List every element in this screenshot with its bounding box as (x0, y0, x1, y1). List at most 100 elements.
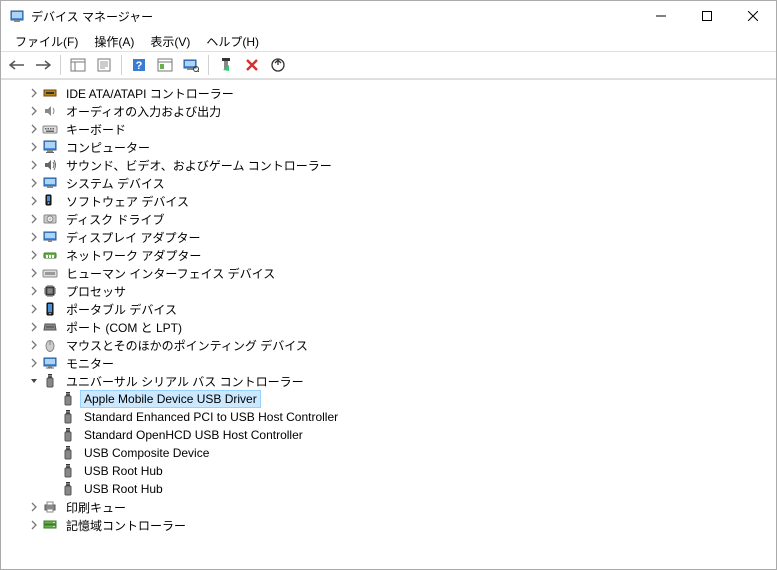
tree-content[interactable]: IDE ATA/ATAPI コントローラーオーディオの入力および出力キーボードコ… (1, 79, 776, 569)
tree-item[interactable]: ヒューマン インターフェイス デバイス (1, 264, 776, 282)
menubar: ファイル(F) 操作(A) 表示(V) ヘルプ(H) (1, 31, 776, 51)
tree-item[interactable]: USB Composite Device (1, 444, 776, 462)
chevron-right-icon[interactable] (27, 338, 41, 352)
monitor-icon (42, 355, 58, 371)
action-button[interactable] (153, 53, 177, 77)
update-driver-button[interactable] (266, 53, 290, 77)
tree-item[interactable]: マウスとそのほかのポインティング デバイス (1, 336, 776, 354)
chevron-right-icon[interactable] (27, 284, 41, 298)
enable-button[interactable] (214, 53, 238, 77)
tree-item-label: USB Composite Device (80, 444, 213, 462)
menu-help[interactable]: ヘルプ(H) (198, 31, 267, 52)
tree-item[interactable]: コンピューター (1, 138, 776, 156)
chevron-right-icon[interactable] (27, 140, 41, 154)
chevron-right-icon[interactable] (27, 176, 41, 190)
tree-item[interactable]: Apple Mobile Device USB Driver (1, 390, 776, 408)
scan-hardware-button[interactable] (179, 53, 203, 77)
menu-view[interactable]: 表示(V) (142, 31, 198, 52)
chevron-right-icon[interactable] (27, 104, 41, 118)
chevron-right-icon[interactable] (27, 266, 41, 280)
usb-icon (42, 373, 58, 389)
network-icon (42, 247, 58, 263)
tree-item[interactable]: ソフトウェア デバイス (1, 192, 776, 210)
chevron-right-icon[interactable] (27, 212, 41, 226)
system-icon (42, 175, 58, 191)
chevron-down-icon[interactable] (27, 374, 41, 388)
usb-icon (60, 463, 76, 479)
tree-item[interactable]: サウンド、ビデオ、およびゲーム コントローラー (1, 156, 776, 174)
tree-item-label: Standard Enhanced PCI to USB Host Contro… (80, 408, 342, 426)
chevron-right-icon[interactable] (27, 158, 41, 172)
tree-item[interactable]: Standard Enhanced PCI to USB Host Contro… (1, 408, 776, 426)
chevron-right-icon[interactable] (27, 356, 41, 370)
chevron-right-icon[interactable] (27, 248, 41, 262)
tree-item[interactable]: ディスク ドライブ (1, 210, 776, 228)
tree-item[interactable]: オーディオの入力および出力 (1, 102, 776, 120)
usb-icon (60, 391, 76, 407)
tree-item[interactable]: ポータブル デバイス (1, 300, 776, 318)
tree-item[interactable]: IDE ATA/ATAPI コントローラー (1, 84, 776, 102)
chevron-right-icon[interactable] (27, 122, 41, 136)
cpu-icon (42, 283, 58, 299)
disk-icon (42, 211, 58, 227)
chevron-right-icon[interactable] (27, 302, 41, 316)
window-title: デバイス マネージャー (31, 8, 638, 25)
uninstall-button[interactable] (240, 53, 264, 77)
menu-file[interactable]: ファイル(F) (7, 31, 86, 52)
tree-item[interactable]: ユニバーサル シリアル バス コントローラー (1, 372, 776, 390)
tree-item-label: USB Root Hub (80, 480, 167, 498)
titlebar: デバイス マネージャー (1, 1, 776, 31)
chevron-right-icon[interactable] (27, 194, 41, 208)
device-tree: IDE ATA/ATAPI コントローラーオーディオの入力および出力キーボードコ… (1, 84, 776, 534)
tree-item[interactable]: 印刷キュー (1, 498, 776, 516)
usb-icon (60, 427, 76, 443)
tree-item-label: Apple Mobile Device USB Driver (80, 390, 261, 408)
toolbar-separator (208, 55, 209, 75)
software-icon (42, 193, 58, 209)
back-button[interactable] (5, 53, 29, 77)
chevron-right-icon[interactable] (27, 518, 41, 532)
show-hide-tree-button[interactable] (66, 53, 90, 77)
forward-button[interactable] (31, 53, 55, 77)
tree-item[interactable]: USB Root Hub (1, 480, 776, 498)
properties-button[interactable] (92, 53, 116, 77)
computer-icon (42, 139, 58, 155)
toolbar-separator (121, 55, 122, 75)
tree-item[interactable]: USB Root Hub (1, 462, 776, 480)
chevron-right-icon[interactable] (27, 230, 41, 244)
usb-icon (60, 481, 76, 497)
portable-icon (42, 301, 58, 317)
port-icon (42, 319, 58, 335)
chevron-right-icon[interactable] (27, 320, 41, 334)
ide-icon (42, 85, 58, 101)
tree-item[interactable]: Standard OpenHCD USB Host Controller (1, 426, 776, 444)
tree-item-label: Standard OpenHCD USB Host Controller (80, 426, 307, 444)
hid-icon (42, 265, 58, 281)
tree-item[interactable]: モニター (1, 354, 776, 372)
tree-item[interactable]: ネットワーク アダプター (1, 246, 776, 264)
close-button[interactable] (730, 1, 776, 31)
sound-icon (42, 157, 58, 173)
tree-item[interactable]: プロセッサ (1, 282, 776, 300)
tree-item-label: USB Root Hub (80, 462, 167, 480)
tree-item[interactable]: ディスプレイ アダプター (1, 228, 776, 246)
usb-icon (60, 409, 76, 425)
tree-item[interactable]: システム デバイス (1, 174, 776, 192)
tree-item-label: ユニバーサル シリアル バス コントローラー (62, 371, 308, 392)
tree-item[interactable]: 記憶域コントローラー (1, 516, 776, 534)
maximize-button[interactable] (684, 1, 730, 31)
storage-icon (42, 517, 58, 533)
chevron-right-icon[interactable] (27, 86, 41, 100)
minimize-button[interactable] (638, 1, 684, 31)
menu-action[interactable]: 操作(A) (86, 31, 142, 52)
app-icon (9, 8, 25, 24)
keyboard-icon (42, 121, 58, 137)
tree-item[interactable]: ポート (COM と LPT) (1, 318, 776, 336)
mouse-icon (42, 337, 58, 353)
tree-item[interactable]: キーボード (1, 120, 776, 138)
chevron-right-icon[interactable] (27, 500, 41, 514)
toolbar-separator (60, 55, 61, 75)
display-icon (42, 229, 58, 245)
help-button[interactable]: ? (127, 53, 151, 77)
tree-item-label: 記憶域コントローラー (62, 515, 190, 536)
